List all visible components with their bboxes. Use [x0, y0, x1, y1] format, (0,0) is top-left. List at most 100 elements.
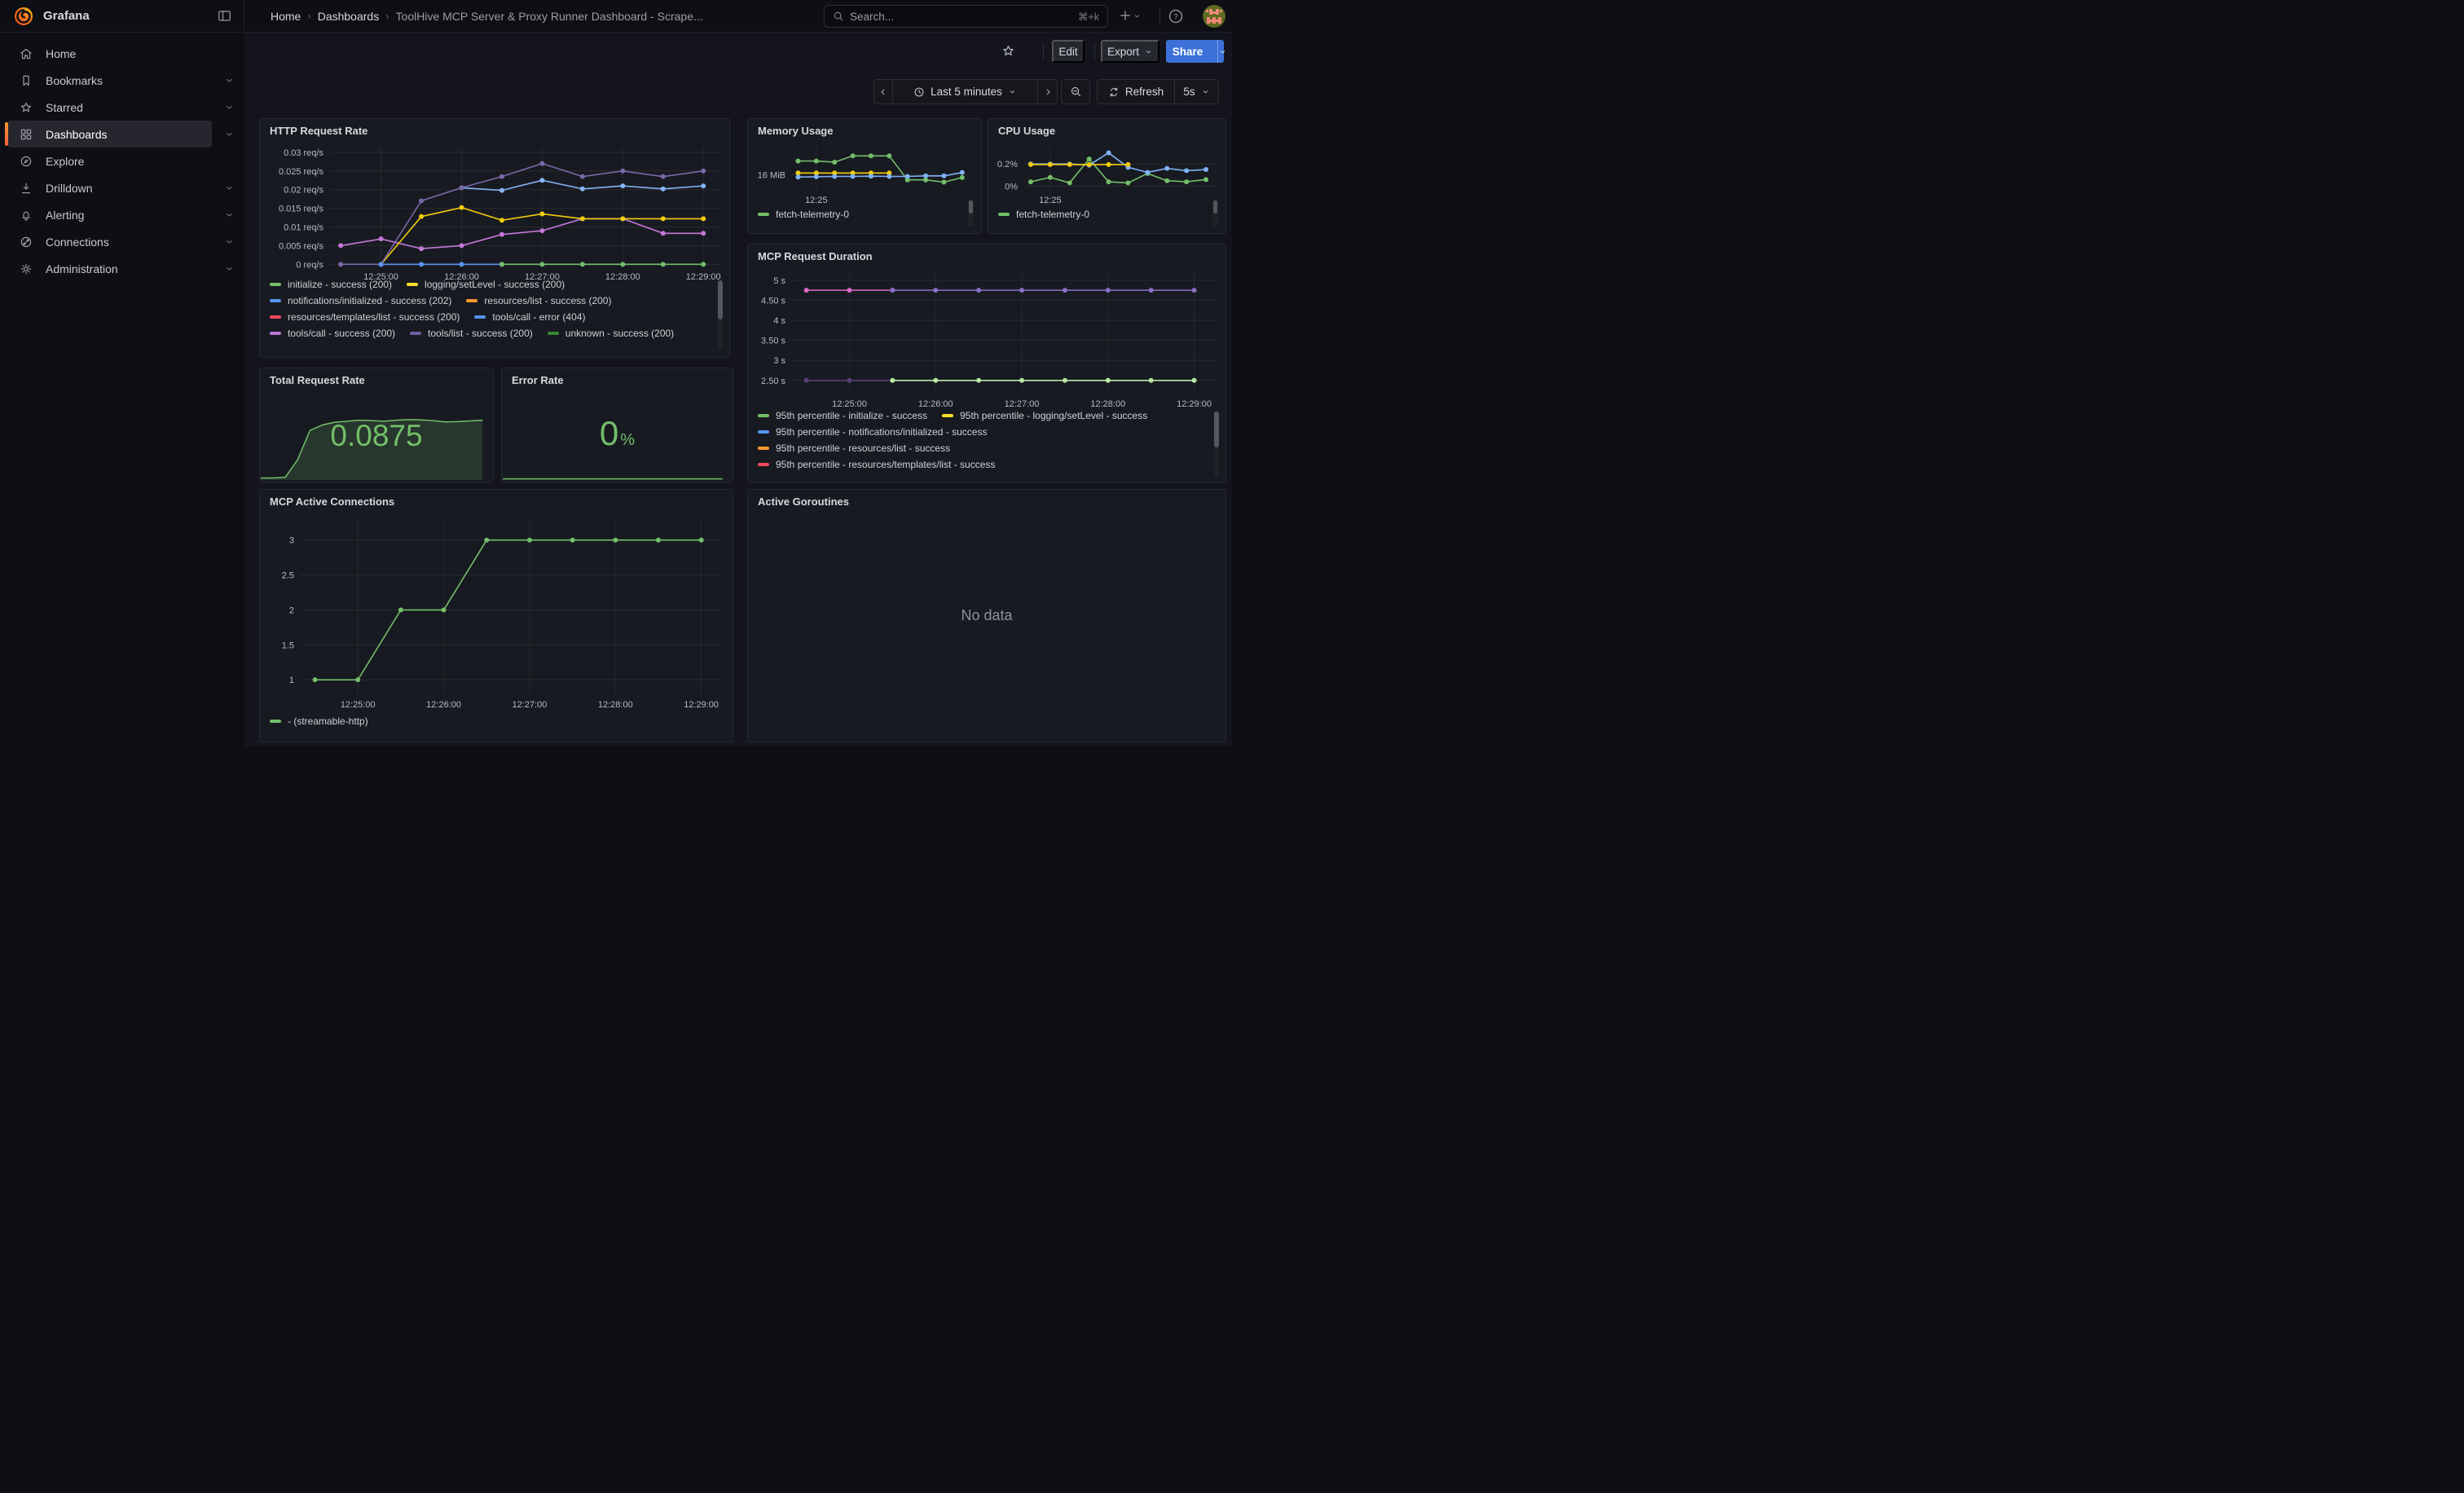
- http-request-rate-chart[interactable]: 12:25:0012:26:0012:27:0012:28:0012:29:00…: [262, 140, 728, 284]
- legend-item[interactable]: fetch-telemetry-0: [758, 209, 849, 220]
- legend-swatch: [758, 430, 769, 434]
- legend-item[interactable]: resources/list - success (200): [466, 295, 611, 306]
- legend-swatch: [758, 463, 769, 466]
- legend-item[interactable]: tools/call - success (200): [270, 328, 395, 339]
- sidebar-item-label: Bookmarks: [46, 74, 103, 87]
- legend-label: resources/list - success (200): [484, 295, 611, 306]
- search-input[interactable]: Search... ⌘+k: [824, 5, 1108, 28]
- legend-label: 95th percentile - logging/setLevel - suc…: [960, 410, 1147, 421]
- search-icon: [833, 11, 844, 22]
- sidebar-item-administration[interactable]: Administration: [8, 255, 212, 282]
- svg-text:12:29:00: 12:29:00: [684, 700, 719, 710]
- legend-swatch: [466, 299, 477, 302]
- sidebar-item-home[interactable]: Home: [8, 40, 212, 67]
- zoom-out-button[interactable]: [1061, 79, 1090, 104]
- legend-swatch: [758, 447, 769, 450]
- mcp-request-duration-chart[interactable]: 12:25:0012:26:0012:27:0012:28:0012:29:00…: [750, 266, 1224, 411]
- legend-item[interactable]: tools/call - error (404): [474, 311, 585, 323]
- panel-title[interactable]: Error Rate: [502, 368, 733, 386]
- sidebar-item-dashboards[interactable]: Dashboards: [8, 121, 212, 148]
- sidebar-item-alerting[interactable]: Alerting: [8, 201, 212, 228]
- chevron-down-icon[interactable]: [224, 129, 235, 139]
- svg-text:?: ?: [1173, 12, 1177, 20]
- svg-text:12:25:00: 12:25:00: [341, 700, 376, 710]
- favorite-star-icon[interactable]: [1001, 43, 1016, 59]
- legend-item[interactable]: 95th percentile - logging/setLevel - suc…: [942, 410, 1147, 421]
- legend-item[interactable]: unknown - success (200): [548, 328, 674, 339]
- legend-item[interactable]: resources/templates/list - success (200): [270, 311, 460, 323]
- time-range-picker[interactable]: Last 5 minutes: [893, 79, 1038, 104]
- clock-icon: [913, 86, 925, 98]
- memory-usage-chart[interactable]: 12:2516 MiB: [750, 139, 979, 207]
- breadcrumb-item[interactable]: Home: [271, 10, 301, 23]
- sidebar-item-explore[interactable]: Explore: [8, 148, 212, 174]
- refresh-button[interactable]: Refresh: [1097, 79, 1175, 104]
- time-range-forward-button[interactable]: [1038, 79, 1058, 104]
- legend-item[interactable]: fetch-telemetry-0: [998, 209, 1089, 220]
- chevron-down-icon[interactable]: [224, 183, 235, 193]
- svg-text:12:27:00: 12:27:00: [1005, 399, 1040, 409]
- sidebar-item-bookmarks[interactable]: Bookmarks: [8, 67, 212, 94]
- legend-item[interactable]: 95th percentile - resources/templates/li…: [758, 459, 995, 470]
- user-avatar[interactable]: [1203, 5, 1225, 28]
- legend-item[interactable]: - (streamable-http): [270, 716, 368, 727]
- sidebar-item-connections[interactable]: Connections: [8, 228, 212, 255]
- legend-label: fetch-telemetry-0: [776, 209, 849, 220]
- refresh-interval-dropdown[interactable]: 5s: [1175, 79, 1219, 104]
- panel-title[interactable]: CPU Usage: [988, 119, 1225, 137]
- legend-item[interactable]: 95th percentile - resources/list - succe…: [758, 443, 950, 454]
- breadcrumb-separator: ›: [307, 10, 310, 22]
- error-rate-value: 0%: [502, 414, 733, 453]
- active-connections-legend: - (streamable-http): [270, 716, 711, 733]
- legend-item[interactable]: logging/setLevel - success (200): [407, 279, 565, 290]
- help-button[interactable]: ?: [1168, 8, 1184, 24]
- zoom-out-icon: [1070, 86, 1082, 98]
- cpu-usage-chart[interactable]: 12:250.2%0%: [990, 139, 1224, 207]
- legend-scrollbar[interactable]: [1214, 412, 1219, 477]
- panel-title[interactable]: Total Request Rate: [260, 368, 493, 386]
- chevron-down-icon[interactable]: [224, 263, 235, 274]
- legend-scrollbar[interactable]: [1212, 199, 1218, 227]
- sidebar-item-label: Home: [46, 47, 76, 60]
- legend-item[interactable]: tools/list - success (200): [410, 328, 533, 339]
- export-button[interactable]: Export: [1101, 40, 1159, 63]
- toolbar-divider: [1043, 43, 1044, 60]
- chevron-down-icon[interactable]: [224, 102, 235, 112]
- share-button[interactable]: Share: [1166, 40, 1224, 63]
- panel-title[interactable]: Memory Usage: [748, 119, 981, 137]
- panel-title[interactable]: HTTP Request Rate: [260, 119, 729, 137]
- error-rate-unit: %: [620, 431, 635, 449]
- sidebar-item-drilldown[interactable]: Drilldown: [8, 174, 212, 201]
- edit-button[interactable]: Edit: [1052, 40, 1085, 63]
- chevron-down-icon: [1218, 47, 1227, 56]
- sidebar-item-starred[interactable]: Starred: [8, 94, 212, 121]
- legend-item[interactable]: notifications/initialized - success (202…: [270, 295, 451, 306]
- top-header: Grafana Home›Dashboards›ToolHive MCP Ser…: [0, 0, 1232, 33]
- svg-text:4 s: 4 s: [773, 316, 785, 326]
- add-new-button[interactable]: [1118, 8, 1142, 23]
- grafana-logo-icon[interactable]: [13, 6, 34, 27]
- legend-item[interactable]: 95th percentile - initialize - success: [758, 410, 927, 421]
- mcp-active-connections-chart[interactable]: 12:25:0012:26:0012:27:0012:28:0012:29:00…: [262, 513, 731, 711]
- panel-title[interactable]: MCP Request Duration: [748, 244, 1225, 262]
- explore-icon: [19, 154, 33, 169]
- chevron-down-icon[interactable]: [224, 236, 235, 247]
- share-dropdown-button[interactable]: [1217, 40, 1227, 63]
- share-label[interactable]: Share: [1163, 40, 1213, 63]
- time-range-back-button[interactable]: [873, 79, 893, 104]
- breadcrumb-item[interactable]: ToolHive MCP Server & Proxy Runner Dashb…: [396, 10, 703, 23]
- collapse-sidebar-icon[interactable]: [217, 8, 232, 24]
- legend-scrollbar[interactable]: [718, 280, 723, 350]
- panel-title[interactable]: MCP Active Connections: [260, 490, 733, 508]
- export-label: Export: [1107, 46, 1139, 58]
- legend-item[interactable]: initialize - success (200): [270, 279, 392, 290]
- chevron-down-icon[interactable]: [224, 209, 235, 220]
- breadcrumb-item[interactable]: Dashboards: [318, 10, 380, 23]
- chevron-down-icon[interactable]: [224, 75, 235, 86]
- legend-swatch: [407, 283, 418, 286]
- legend-scrollbar[interactable]: [968, 199, 974, 227]
- panel-total-request-rate: Total Request Rate 0.0875: [259, 368, 494, 482]
- chevron-right-icon: [1043, 87, 1053, 97]
- legend-label: 95th percentile - resources/list - succe…: [776, 443, 950, 454]
- legend-item[interactable]: 95th percentile - notifications/initiali…: [758, 426, 987, 438]
